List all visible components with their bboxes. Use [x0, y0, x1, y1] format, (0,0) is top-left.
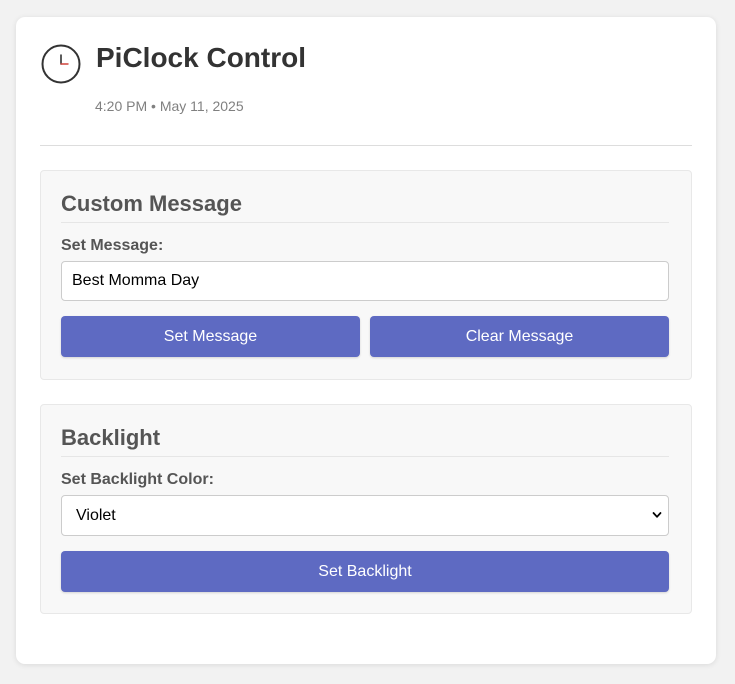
page-title: PiClock Control [96, 42, 307, 73]
clear-message-button[interactable]: Clear Message [370, 316, 669, 357]
message-input[interactable] [61, 261, 669, 301]
backlight-section: Backlight Set Backlight Color: Violet Se… [40, 404, 692, 614]
set-message-label: Set Message: [61, 237, 164, 254]
set-backlight-button[interactable]: Set Backlight [61, 551, 669, 592]
clock-icon [41, 44, 81, 84]
control-card: PiClock Control 4:20 PM • May 11, 2025 C… [16, 17, 716, 664]
custom-message-heading: Custom Message [61, 190, 669, 223]
backlight-color-select[interactable]: Violet [61, 495, 669, 536]
page-header: PiClock Control 4:20 PM • May 11, 2025 [40, 42, 692, 146]
chevron-down-icon [652, 512, 662, 518]
backlight-heading: Backlight [61, 424, 669, 457]
current-datetime: 4:20 PM • May 11, 2025 [95, 98, 244, 114]
backlight-color-label: Set Backlight Color: [61, 471, 214, 488]
selected-color-value: Violet [76, 507, 116, 524]
set-message-button[interactable]: Set Message [61, 316, 360, 357]
custom-message-section: Custom Message Set Message: Set Message … [40, 170, 692, 380]
